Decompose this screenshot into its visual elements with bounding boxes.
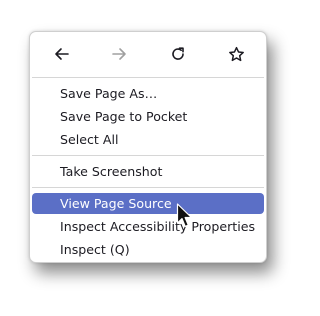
back-button[interactable]	[50, 43, 74, 65]
menu-item-select-all[interactable]: Select All	[32, 129, 264, 150]
reload-button[interactable]	[166, 43, 190, 65]
arrow-left-icon	[55, 48, 69, 60]
menu-separator	[32, 77, 264, 78]
menu-item-take-screenshot[interactable]: Take Screenshot	[32, 161, 264, 182]
context-menu-navigation	[30, 32, 266, 76]
menu-separator	[32, 187, 264, 188]
menu-separator	[32, 155, 264, 156]
arrow-right-icon	[112, 48, 126, 60]
menu-item-view-page-source[interactable]: View Page Source	[32, 193, 264, 214]
menu-item-inspect-accessibility[interactable]: Inspect Accessibility Properties	[32, 216, 264, 237]
forward-button[interactable]	[107, 43, 131, 65]
menu-item-save-to-pocket[interactable]: Save Page to Pocket	[32, 106, 264, 127]
menu-item-inspect[interactable]: Inspect (Q)	[32, 239, 264, 260]
bookmark-button[interactable]	[224, 43, 248, 65]
context-menu: Save Page As… Save Page to Pocket Select…	[29, 31, 267, 263]
reload-icon	[172, 47, 184, 60]
star-icon	[228, 46, 244, 61]
menu-item-save-page-as[interactable]: Save Page As…	[32, 83, 264, 104]
mouse-pointer-icon	[176, 203, 192, 227]
